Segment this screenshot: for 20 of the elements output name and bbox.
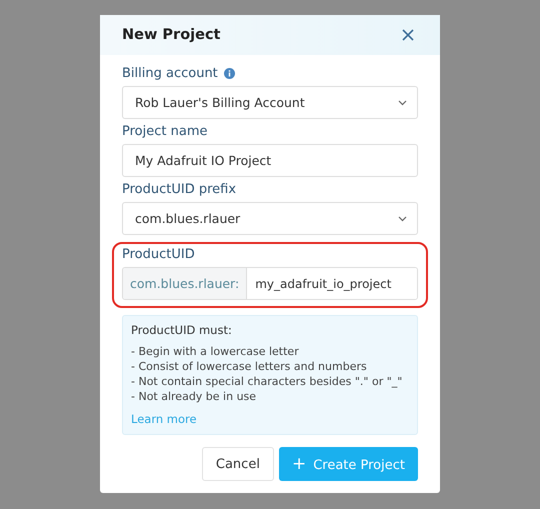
rule-text: - Not already be in use [131,389,258,404]
dialog-title: New Project [122,27,220,43]
close-icon[interactable] [402,29,414,41]
input-field[interactable]: My Adafruit IO Project [122,144,418,177]
input-prefix: com.blues.rlauer: [123,268,248,299]
field-label: ProductUID [122,247,195,262]
field-label: ProductUID prefix [122,182,236,197]
dropdown[interactable]: Rob Lauer's Billing Account [122,86,418,119]
input-field[interactable]: com.blues.rlauer: my_adafruit_io_project [122,267,418,300]
chevron-icon [398,100,407,106]
chevron-icon [398,216,407,222]
help-title: ProductUID must: [131,323,233,337]
field-label: Billing account [122,66,218,81]
rule-text: - Not contain special characters besides "." or "_" [131,374,404,389]
info-icon[interactable] [224,68,235,79]
rule-text: - Consist of lowercase letters and numbers [131,359,368,374]
rule-text: - Begin with a lowercase letter [131,344,300,359]
field-label: Project name [122,124,208,139]
dropdown[interactable]: com.blues.rlauer [122,202,418,235]
cancel-button[interactable]: Cancel [202,447,274,481]
